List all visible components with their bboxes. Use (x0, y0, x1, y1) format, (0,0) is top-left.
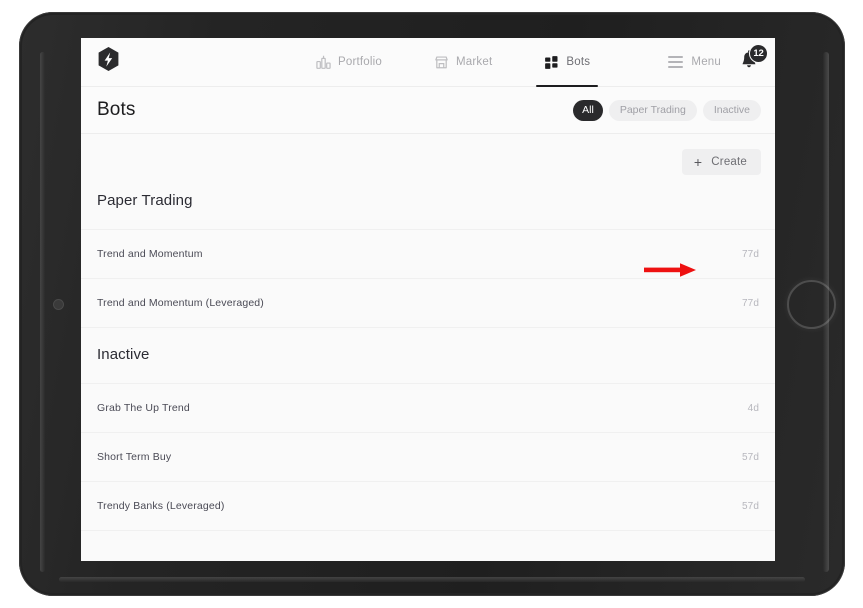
notifications-button[interactable]: 12 (739, 44, 768, 75)
top-navigation-bar: Portfolio Market Bots Menu 12 (81, 38, 775, 87)
screenshot-stage: Portfolio Market Bots Menu 12 Bots All P… (0, 0, 863, 608)
plus-icon: + (693, 154, 703, 170)
grid-squares-icon (544, 55, 559, 70)
bot-age: 77d (742, 297, 759, 309)
table-row[interactable]: Grab The Up Trend 4d (81, 384, 775, 433)
section-rows-paper-trading: Trend and Momentum 77d Trend and Momentu… (81, 229, 775, 328)
menu-label: Menu (691, 56, 721, 68)
filter-chip-group: All Paper Trading Inactive (573, 99, 761, 121)
menu-button[interactable]: Menu (668, 56, 721, 68)
nav-label-market: Market (456, 56, 493, 68)
page-header: Bots All Paper Trading Inactive (81, 87, 775, 134)
content-toolbar: + Create (81, 134, 775, 190)
bot-name: Trend and Momentum (97, 248, 203, 260)
section-title-inactive: Inactive (97, 346, 150, 363)
bot-age: 77d (742, 248, 759, 260)
bot-age: 57d (742, 500, 759, 512)
section-title-paper-trading: Paper Trading (97, 192, 193, 209)
primary-nav-items: Portfolio Market Bots (308, 38, 599, 87)
home-button[interactable] (787, 280, 836, 329)
bar-chart-icon (316, 55, 331, 70)
section-rows-inactive: Grab The Up Trend 4d Short Term Buy 57d … (81, 383, 775, 531)
table-row[interactable]: Trendy Banks (Leveraged) 57d (81, 482, 775, 531)
storefront-icon (434, 55, 449, 70)
nav-item-market[interactable]: Market (426, 38, 500, 86)
bot-name: Trendy Banks (Leveraged) (97, 500, 225, 512)
bot-age: 57d (742, 451, 759, 463)
bot-name: Trend and Momentum (Leveraged) (97, 297, 264, 309)
camera-icon (54, 300, 63, 309)
nav-item-portfolio[interactable]: Portfolio (308, 38, 390, 86)
create-button-label: Create (711, 156, 747, 168)
lightning-hex-logo-icon (96, 46, 121, 78)
bot-name: Short Term Buy (97, 451, 172, 463)
table-row[interactable]: Short Term Buy 57d (81, 433, 775, 482)
hamburger-icon (668, 56, 684, 68)
nav-label-bots: Bots (566, 56, 591, 68)
bezel-edge-left (40, 52, 45, 572)
nav-right-group: Menu 12 (668, 38, 768, 86)
bezel-edge-bottom (59, 577, 805, 582)
nav-label-portfolio: Portfolio (338, 56, 382, 68)
create-button[interactable]: + Create (681, 149, 761, 175)
bot-name: Grab The Up Trend (97, 402, 190, 414)
filter-chip-paper-trading[interactable]: Paper Trading (608, 99, 697, 121)
app-logo[interactable] (95, 46, 121, 78)
table-row[interactable]: Trend and Momentum (Leveraged) 77d (81, 279, 775, 328)
notification-badge: 12 (749, 44, 768, 63)
table-row[interactable]: Trend and Momentum 77d (81, 230, 775, 279)
page-title: Bots (97, 99, 136, 120)
filter-chip-inactive[interactable]: Inactive (702, 99, 761, 121)
filter-chip-all[interactable]: All (573, 99, 603, 121)
bots-list-content: + Create Paper Trading Trend and Momentu… (81, 134, 775, 561)
bot-age: 4d (747, 402, 759, 414)
app-screen: Portfolio Market Bots Menu 12 Bots All P… (81, 38, 775, 561)
nav-item-bots[interactable]: Bots (536, 38, 599, 87)
